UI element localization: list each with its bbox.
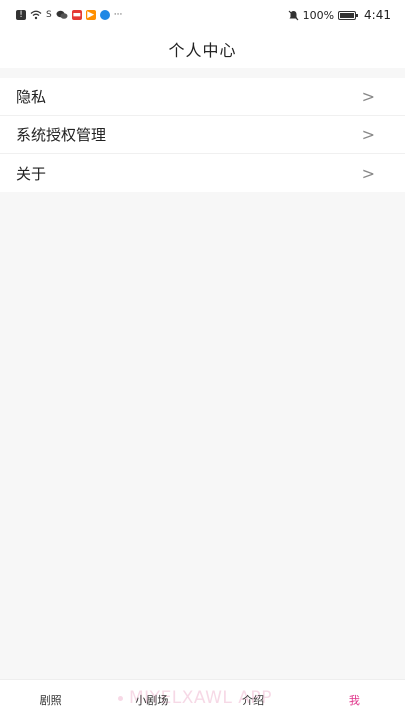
tab-stills[interactable]: 剧照 xyxy=(0,692,101,708)
tab-me[interactable]: 我 xyxy=(304,692,405,708)
chevron-right-icon: > xyxy=(361,125,375,144)
mute-icon xyxy=(288,10,299,21)
page-header: 个人中心 xyxy=(0,30,405,68)
blue-app-icon xyxy=(99,10,110,20)
tab-small-theater[interactable]: 小剧场 xyxy=(101,692,202,708)
status-time: 4:41 xyxy=(364,8,391,22)
wechat-icon xyxy=(56,10,68,20)
menu-item-privacy[interactable]: 隐私 > xyxy=(0,78,405,116)
battery-percent: 100% xyxy=(302,8,335,22)
chevron-right-icon: > xyxy=(361,87,375,106)
menu-item-label: 系统授权管理 xyxy=(16,126,107,144)
alert-icon: ! xyxy=(16,10,26,20)
bottom-tab-bar: MIYELXAWL APP 剧照 小剧场 介绍 我 xyxy=(0,679,405,720)
red-app-icon: ▬ xyxy=(71,10,82,20)
menu-item-label: 关于 xyxy=(16,164,47,183)
menu-item-about[interactable]: 关于 > xyxy=(0,154,405,192)
orange-app-icon: ▶ xyxy=(85,10,96,20)
app-screen: ! S ▬ ▶ ··· 100% 4:41 个人中心 隐私 > 系统授权管理 >… xyxy=(0,0,405,720)
page-title: 个人中心 xyxy=(168,41,237,60)
battery-icon xyxy=(338,10,359,20)
tab-introduction[interactable]: 介绍 xyxy=(203,692,304,708)
menu-item-label: 隐私 xyxy=(16,88,47,106)
more-icon: ··· xyxy=(113,10,123,20)
s-icon: S xyxy=(46,10,52,20)
chevron-right-icon: > xyxy=(361,163,375,183)
settings-menu: 隐私 > 系统授权管理 > 关于 > xyxy=(0,78,405,192)
status-bar: ! S ▬ ▶ ··· 100% 4:41 xyxy=(0,0,405,30)
menu-item-system-authorization[interactable]: 系统授权管理 > xyxy=(0,116,405,154)
wifi-icon xyxy=(30,10,42,20)
status-left: ! S ▬ ▶ ··· xyxy=(16,10,122,20)
status-right: 100% 4:41 xyxy=(288,8,391,22)
